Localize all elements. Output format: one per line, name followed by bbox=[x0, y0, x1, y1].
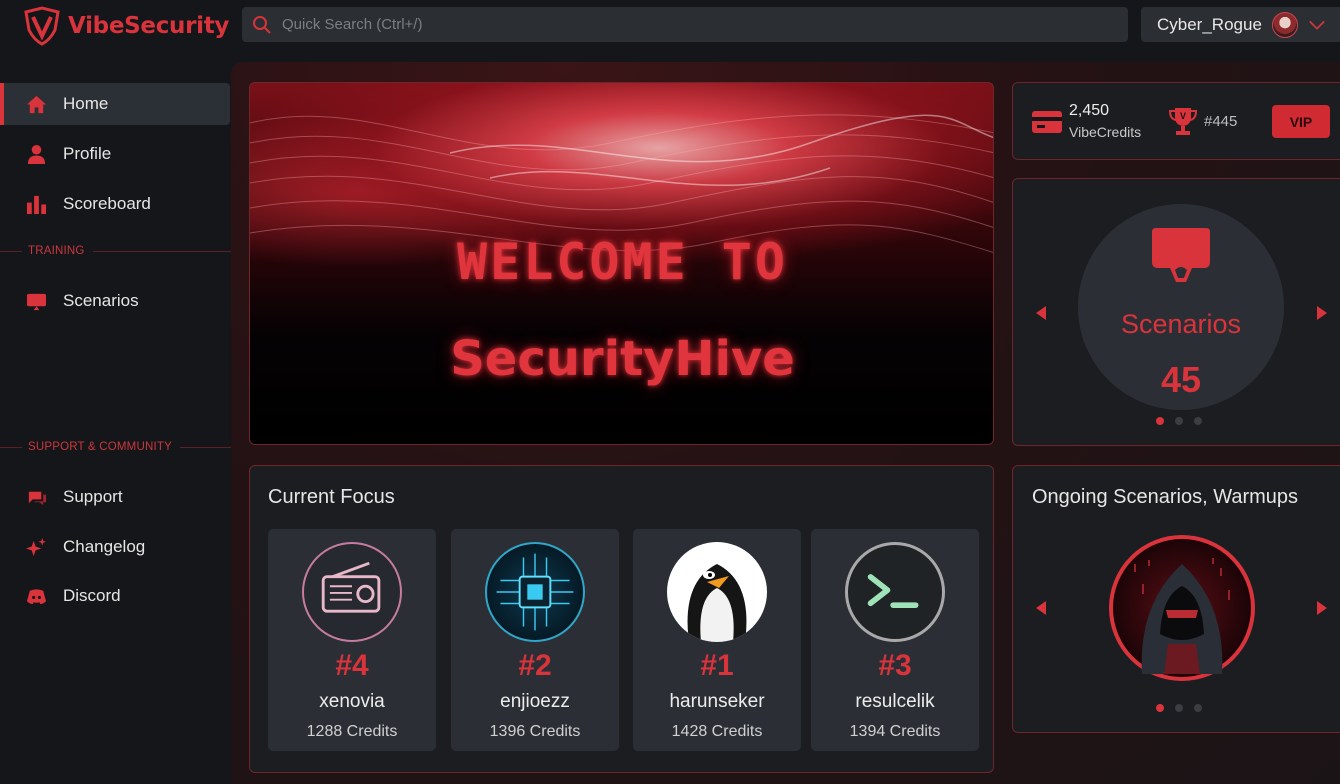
sidebar-item-label: Discord bbox=[63, 586, 121, 605]
arrow-right-icon[interactable] bbox=[1315, 600, 1329, 616]
carousel-dot[interactable] bbox=[1194, 417, 1202, 425]
sidebar-item-label: Home bbox=[63, 94, 109, 113]
ongoing-scenarios-card: Ongoing Scenarios, Warmups bbox=[1012, 465, 1340, 733]
sidebar-item-label: Support bbox=[63, 487, 123, 506]
player-credits: 1428 Credits bbox=[671, 723, 763, 740]
carousel-dot[interactable] bbox=[1156, 704, 1164, 712]
player-card[interactable]: #3 resulcelik 1394 Credits bbox=[811, 529, 979, 751]
credits-card: 2,450 VibeCredits V #445 VIP bbox=[1012, 82, 1340, 160]
avatar bbox=[1271, 11, 1298, 38]
scenarios-count: 45 bbox=[1160, 359, 1202, 400]
main-content: WELCOME TO SecurityHive 2,450 VibeCredit… bbox=[231, 62, 1340, 784]
credits-unit: VibeCredits bbox=[1069, 124, 1142, 140]
player-card[interactable]: #4 xenovia 1288 Credits bbox=[268, 529, 436, 751]
username: Cyber_Rogue bbox=[1157, 14, 1262, 34]
player-card[interactable]: #1 harunseker 1428 Credits bbox=[633, 529, 801, 751]
sidebar-item-label: Profile bbox=[63, 144, 112, 163]
svg-text:V: V bbox=[1180, 111, 1186, 121]
player-avatar bbox=[302, 542, 402, 642]
search-input[interactable] bbox=[282, 16, 1102, 33]
player-name: harunseker bbox=[669, 691, 765, 712]
player-credits: 1288 Credits bbox=[306, 723, 398, 740]
player-avatar bbox=[845, 542, 945, 642]
player-name: xenovia bbox=[319, 691, 385, 712]
arrow-left-icon[interactable] bbox=[1034, 600, 1048, 616]
player-credits: 1394 Credits bbox=[849, 723, 941, 740]
vr-headset-icon bbox=[1152, 228, 1210, 282]
radio-icon bbox=[321, 561, 381, 613]
sidebar-item-support[interactable]: Support bbox=[0, 476, 230, 518]
hacker-avatar-icon[interactable] bbox=[1108, 534, 1256, 682]
sidebar-item-profile[interactable]: Profile bbox=[0, 133, 230, 175]
brand-name: VibeSecurity bbox=[68, 13, 230, 39]
credits-amount: 2,450 bbox=[1069, 102, 1110, 119]
carousel-dots bbox=[1156, 704, 1202, 712]
carousel-dot[interactable] bbox=[1156, 417, 1164, 425]
brand-logo[interactable]: VibeSecurity bbox=[22, 6, 229, 46]
player-rank: #4 bbox=[335, 649, 369, 682]
home-icon bbox=[26, 95, 47, 113]
carousel-dot[interactable] bbox=[1175, 704, 1183, 712]
scenarios-carousel: Scenarios 45 bbox=[1012, 178, 1340, 446]
wallet-icon bbox=[1032, 111, 1062, 133]
sparkle-icon bbox=[26, 537, 47, 556]
arrow-left-icon[interactable] bbox=[1034, 305, 1048, 321]
player-name: enjioezz bbox=[500, 691, 570, 712]
carousel-dot[interactable] bbox=[1194, 704, 1202, 712]
hero-subheading: SecurityHive bbox=[450, 331, 795, 387]
sidebar-item-home[interactable]: Home bbox=[0, 83, 230, 125]
sidebar-item-label: Scenarios bbox=[63, 291, 139, 310]
monitor-icon bbox=[26, 293, 47, 310]
sidebar-item-scenarios[interactable]: Scenarios bbox=[0, 280, 230, 322]
player-rank: #2 bbox=[518, 649, 552, 682]
player-credits: 1396 Credits bbox=[489, 723, 581, 740]
player-card[interactable]: #2 enjioezz 1396 Credits bbox=[451, 529, 619, 751]
chip-icon bbox=[496, 553, 574, 631]
sidebar: Home Profile Scoreboard TRAINING Scenari… bbox=[0, 62, 231, 784]
carousel-dot[interactable] bbox=[1175, 417, 1183, 425]
hero-heading: WELCOME TO bbox=[456, 233, 789, 291]
player-avatar bbox=[485, 542, 585, 642]
sidebar-item-label: Scoreboard bbox=[63, 194, 151, 213]
player-rank: #1 bbox=[700, 649, 734, 682]
sidebar-item-discord[interactable]: Discord bbox=[0, 575, 230, 617]
section-label-support: SUPPORT & COMMUNITY bbox=[0, 440, 231, 454]
user-icon bbox=[27, 144, 46, 164]
current-focus-title: Current Focus bbox=[268, 486, 395, 508]
current-focus-card: Current Focus #4 xenovia 1288 Credits #2… bbox=[249, 465, 994, 773]
ongoing-title: Ongoing Scenarios, Warmups bbox=[1032, 486, 1299, 508]
arrow-right-icon[interactable] bbox=[1315, 305, 1329, 321]
section-label-training: TRAINING bbox=[0, 244, 231, 258]
quick-search[interactable] bbox=[242, 7, 1128, 42]
user-menu[interactable]: Cyber_Rogue bbox=[1141, 7, 1340, 42]
player-rank: #3 bbox=[878, 649, 912, 682]
scenarios-slide[interactable]: Scenarios 45 bbox=[1078, 204, 1284, 410]
carousel-dots bbox=[1156, 417, 1202, 425]
discord-icon bbox=[26, 588, 47, 604]
sidebar-item-scoreboard[interactable]: Scoreboard bbox=[0, 183, 230, 225]
scenarios-label: Scenarios bbox=[1120, 309, 1242, 339]
trophy-icon: V bbox=[1168, 108, 1198, 135]
bar-chart-icon bbox=[26, 195, 47, 214]
chat-icon bbox=[28, 491, 47, 505]
shield-logo-icon bbox=[24, 6, 60, 46]
vip-button[interactable]: VIP bbox=[1272, 105, 1330, 138]
chevron-down-icon[interactable] bbox=[1308, 19, 1326, 31]
terminal-icon bbox=[867, 574, 919, 608]
rank-value: #445 bbox=[1204, 113, 1238, 130]
search-icon bbox=[253, 15, 271, 34]
player-name: resulcelik bbox=[855, 691, 935, 712]
player-avatar bbox=[667, 542, 767, 642]
welcome-banner: WELCOME TO SecurityHive bbox=[249, 82, 994, 445]
penguin-icon bbox=[687, 564, 747, 642]
sidebar-item-label: Changelog bbox=[63, 537, 146, 556]
sidebar-item-changelog[interactable]: Changelog bbox=[0, 526, 230, 568]
